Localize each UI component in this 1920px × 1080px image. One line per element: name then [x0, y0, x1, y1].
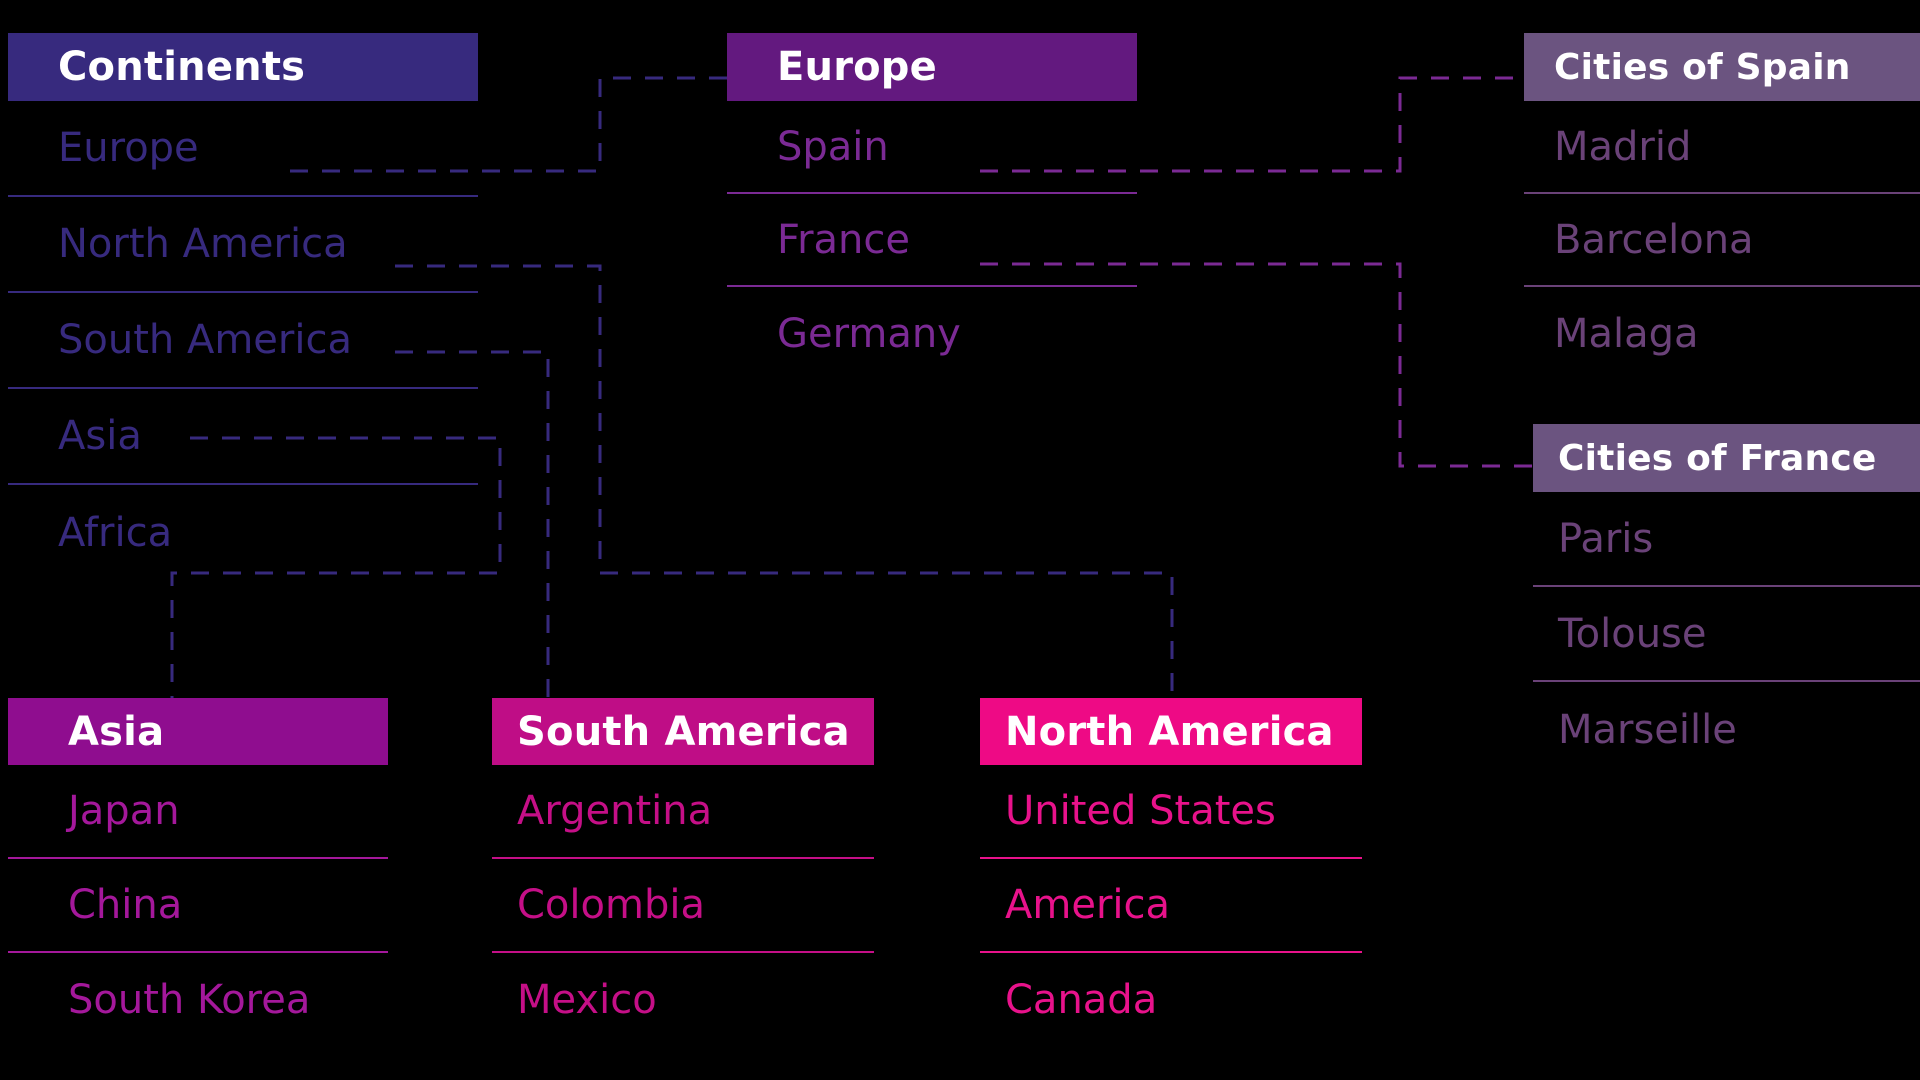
list-item-label: Japan — [68, 788, 180, 834]
panel-europe-list: Spain France Germany — [727, 101, 1137, 380]
list-item-label: Colombia — [517, 882, 705, 928]
list-item[interactable]: Japan — [8, 765, 388, 859]
list-item-label: Africa — [58, 510, 173, 556]
list-item-label: Barcelona — [1554, 216, 1754, 263]
panel-cities-of-france-title: Cities of France — [1558, 437, 1877, 479]
list-item[interactable]: Mexico — [492, 953, 874, 1047]
list-item[interactable]: America — [980, 859, 1362, 953]
panel-continents-list: Europe North America South America Asia … — [8, 101, 478, 581]
panel-europe-header: Europe — [727, 33, 1137, 101]
list-item[interactable]: Africa — [8, 485, 478, 581]
list-item-label: France — [777, 216, 911, 263]
panel-north-america-header: North America — [980, 698, 1362, 765]
list-item[interactable]: Germany — [727, 287, 1137, 380]
list-item[interactable]: South America — [8, 293, 478, 389]
list-item-label: Marseille — [1558, 706, 1737, 753]
panel-north-america-list: United States America Canada — [980, 765, 1362, 1047]
list-item-label: China — [68, 882, 183, 928]
list-item[interactable]: Colombia — [492, 859, 874, 953]
panel-continents-title: Continents — [58, 44, 306, 90]
list-item-label: Asia — [58, 413, 142, 459]
list-item-label: Spain — [777, 123, 889, 170]
list-item-label: America — [1005, 882, 1170, 928]
list-item[interactable]: Malaga — [1524, 287, 1920, 380]
list-item-label: Canada — [1005, 977, 1158, 1023]
list-item-label: Germany — [777, 310, 961, 357]
list-item[interactable]: Spain — [727, 101, 1137, 194]
list-item[interactable]: Canada — [980, 953, 1362, 1047]
list-item-label: Malaga — [1554, 310, 1699, 357]
panel-cities-of-spain-title: Cities of Spain — [1554, 46, 1851, 88]
panel-continents: Continents Europe North America South Am… — [8, 33, 478, 581]
list-item-label: Madrid — [1554, 123, 1692, 170]
list-item-label: Paris — [1558, 515, 1654, 562]
panel-cities-of-france: Cities of France Paris Tolouse Marseille — [1533, 424, 1920, 777]
list-item[interactable]: Madrid — [1524, 101, 1920, 194]
list-item-label: South America — [58, 317, 352, 363]
list-item[interactable]: Asia — [8, 389, 478, 485]
list-item-label: United States — [1005, 788, 1276, 834]
diagram-canvas: Continents Europe North America South Am… — [0, 0, 1920, 1080]
panel-cities-of-spain: Cities of Spain Madrid Barcelona Malaga — [1524, 33, 1920, 380]
panel-south-america: South America Argentina Colombia Mexico — [492, 698, 874, 1047]
list-item-label: South Korea — [68, 977, 311, 1023]
list-item-label: Argentina — [517, 788, 713, 834]
panel-asia-title: Asia — [68, 708, 165, 755]
panel-cities-of-spain-header: Cities of Spain — [1524, 33, 1920, 101]
list-item-label: Tolouse — [1558, 610, 1707, 657]
list-item[interactable]: Paris — [1533, 492, 1920, 587]
list-item[interactable]: France — [727, 194, 1137, 287]
list-item[interactable]: Argentina — [492, 765, 874, 859]
list-item[interactable]: Europe — [8, 101, 478, 197]
panel-north-america: North America United States America Cana… — [980, 698, 1362, 1047]
list-item[interactable]: North America — [8, 197, 478, 293]
panel-asia-list: Japan China South Korea — [8, 765, 388, 1047]
list-item[interactable]: China — [8, 859, 388, 953]
panel-europe-title: Europe — [777, 44, 937, 90]
list-item[interactable]: Barcelona — [1524, 194, 1920, 287]
panel-cities-of-france-header: Cities of France — [1533, 424, 1920, 492]
list-item[interactable]: South Korea — [8, 953, 388, 1047]
panel-asia-header: Asia — [8, 698, 388, 765]
panel-north-america-title: North America — [1005, 708, 1334, 755]
list-item-label: Europe — [58, 125, 199, 171]
panel-south-america-header: South America — [492, 698, 874, 765]
list-item[interactable]: Tolouse — [1533, 587, 1920, 682]
list-item[interactable]: United States — [980, 765, 1362, 859]
panel-cities-of-france-list: Paris Tolouse Marseille — [1533, 492, 1920, 777]
panel-continents-header: Continents — [8, 33, 478, 101]
panel-south-america-title: South America — [517, 708, 850, 755]
panel-asia: Asia Japan China South Korea — [8, 698, 388, 1047]
panel-europe: Europe Spain France Germany — [727, 33, 1137, 380]
list-item-label: Mexico — [517, 977, 657, 1023]
list-item[interactable]: Marseille — [1533, 682, 1920, 777]
panel-south-america-list: Argentina Colombia Mexico — [492, 765, 874, 1047]
list-item-label: North America — [58, 221, 348, 267]
panel-cities-of-spain-list: Madrid Barcelona Malaga — [1524, 101, 1920, 380]
